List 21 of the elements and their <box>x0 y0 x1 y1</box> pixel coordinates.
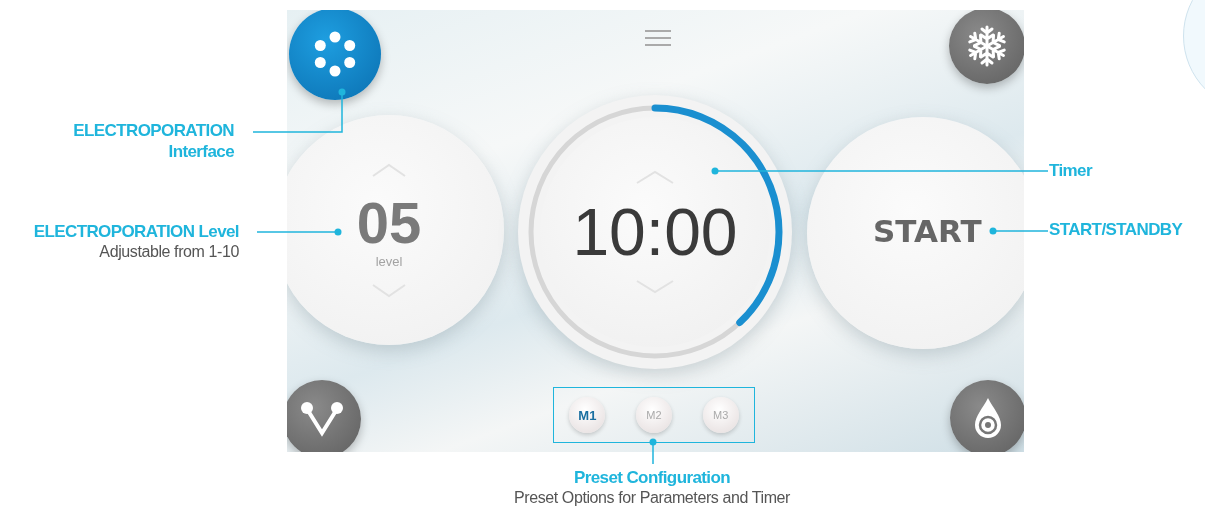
snowflake-icon <box>965 24 1009 68</box>
electrodes-icon <box>299 399 345 439</box>
electroporation-button[interactable] <box>289 10 381 100</box>
callout-description: Adjustable from 1-10 <box>98 242 239 263</box>
timer-value: 10:00 <box>572 199 738 265</box>
level-caption: level <box>375 253 403 269</box>
callout-title: ELECTROPORATION <box>73 120 234 142</box>
drop-button[interactable] <box>950 380 1024 452</box>
callout-title: Interface <box>167 141 234 163</box>
callout-title: Preset Configuration <box>572 467 732 489</box>
level-value: 05 <box>356 193 422 252</box>
snowflake-button[interactable] <box>949 10 1024 84</box>
start-button[interactable]: START <box>807 117 1024 349</box>
callout-title: Timer <box>1049 160 1092 182</box>
callout-description: Preset Options for Parameters and Timer <box>512 488 792 509</box>
preset-button[interactable]: M1 <box>569 397 606 433</box>
leader-line <box>989 227 1049 235</box>
callout-title: START/STANDBY <box>1049 219 1183 241</box>
electrodes-button[interactable] <box>287 380 361 452</box>
callout-title: ELECTROPORATION Level <box>33 221 239 243</box>
menu-icon[interactable] <box>643 28 673 48</box>
